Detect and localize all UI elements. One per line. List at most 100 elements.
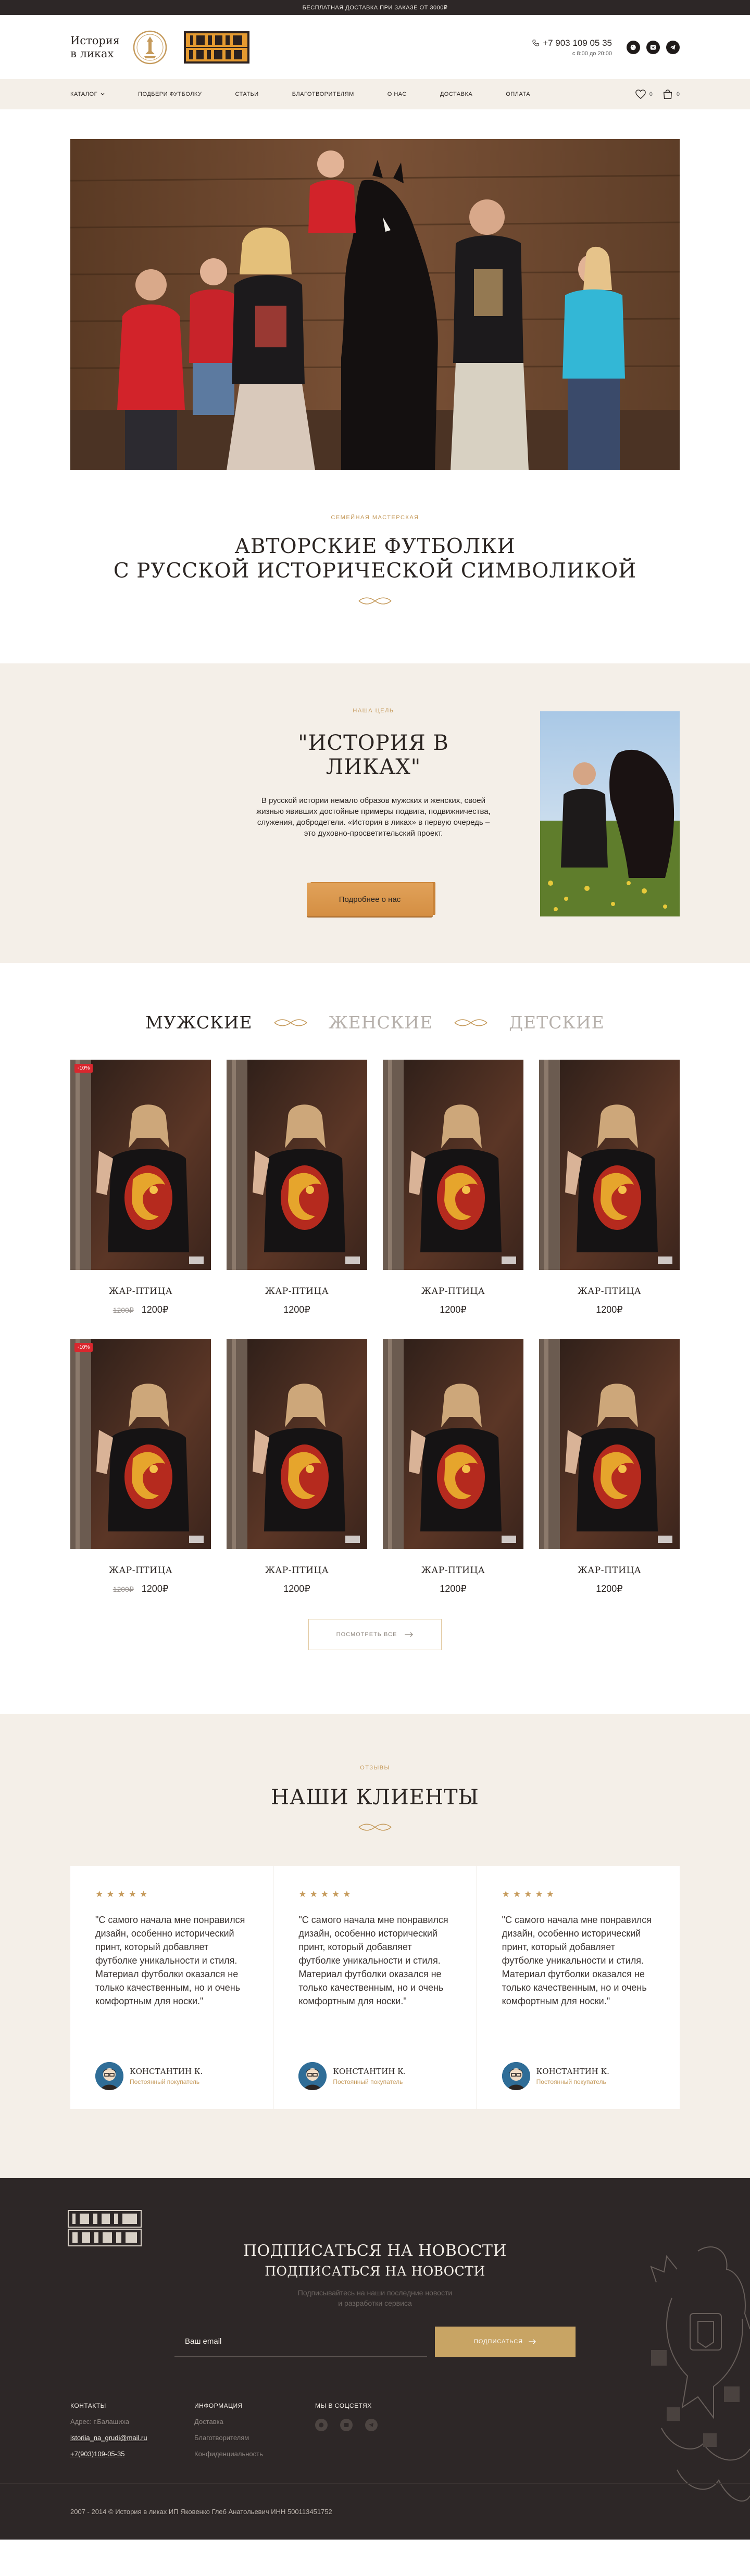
product-price: 1200₽ <box>141 1304 169 1315</box>
nav-choose-shirt[interactable]: Подбери футболку <box>138 91 202 97</box>
product-price: 1200₽ <box>283 1304 310 1315</box>
view-all-button[interactable]: Посмотреть все <box>308 1619 442 1650</box>
product-card[interactable]: Жар-птица 1200₽ <box>227 1339 367 1618</box>
product-price-row: 1200₽ <box>539 1584 680 1594</box>
product-price: 1200₽ <box>440 1584 467 1594</box>
nav-payment[interactable]: Оплата <box>506 91 530 97</box>
about-us-label: Подробнее о нас <box>339 895 401 904</box>
product-price: 1200₽ <box>440 1304 467 1315</box>
view-all-label: Посмотреть все <box>336 1631 397 1638</box>
subscribe-button[interactable]: Подписаться <box>435 2327 576 2357</box>
product-title[interactable]: Жар-птица <box>539 1565 680 1576</box>
product-image[interactable]: -10% <box>70 1339 211 1549</box>
promo-text: Бесплатная доставка при заказе от 3000₽ <box>302 5 448 11</box>
nav-articles[interactable]: Статьи <box>235 91 258 97</box>
telegram-icon[interactable] <box>666 40 680 54</box>
footer-contacts: Контакты Адрес: г.Балашиха istoriia_na_g… <box>70 2402 147 2458</box>
vk-icon[interactable] <box>340 2419 353 2431</box>
product-price: 1200₽ <box>596 1584 623 1594</box>
whatsapp-icon[interactable] <box>627 40 640 54</box>
mission-section: Наша цель "ИСТОРИЯ В ЛИКАХ" В русской ис… <box>0 663 750 963</box>
telegram-icon[interactable] <box>365 2419 378 2431</box>
nav-catalog-label: Каталог <box>70 91 98 97</box>
discount-badge: -10% <box>74 1343 93 1352</box>
tab-kids[interactable]: Детские <box>509 1012 605 1033</box>
product-title[interactable]: Жар-птица <box>383 1565 523 1576</box>
vk-icon[interactable] <box>646 40 660 54</box>
about-us-button[interactable]: Подробнее о нас <box>307 883 433 916</box>
header-phone[interactable]: +7 903 109 05 35 <box>532 38 612 48</box>
phone-icon <box>532 40 539 46</box>
bag-icon <box>663 90 672 99</box>
nav-delivery[interactable]: Доставка <box>440 91 472 97</box>
hero-section <box>0 109 750 470</box>
chevron-down-icon <box>101 93 105 95</box>
ornament-icon <box>358 597 392 605</box>
product-card[interactable]: Жар-птица 1200₽ <box>383 1339 523 1618</box>
product-title[interactable]: Жар-птица <box>383 1286 523 1297</box>
cart-count: 0 <box>676 91 680 97</box>
product-title[interactable]: Жар-птица <box>227 1286 367 1297</box>
info-link-privacy[interactable]: Конфиденциальность <box>194 2450 263 2458</box>
product-image[interactable] <box>539 1339 680 1549</box>
nav-about[interactable]: О нас <box>388 91 407 97</box>
info-link-charity[interactable]: Благотворителям <box>194 2434 263 2442</box>
ornament-icon <box>454 1019 488 1026</box>
product-price-row: 1200₽ <box>227 1584 367 1594</box>
product-card[interactable]: -10% Жар-птица 1200₽ 1200₽ <box>70 1060 211 1339</box>
logo-seal-icon[interactable] <box>132 29 168 66</box>
product-price-row: 1200₽ 1200₽ <box>70 1584 211 1594</box>
logo-text[interactable]: История в ликах <box>70 34 128 60</box>
tab-men[interactable]: Мужские <box>145 1012 252 1033</box>
phone-number: +7 903 109 05 35 <box>543 37 612 48</box>
product-image[interactable] <box>383 1060 523 1270</box>
product-card[interactable]: Жар-птица 1200₽ <box>539 1060 680 1339</box>
product-price: 1200₽ <box>141 1584 169 1594</box>
contact-email[interactable]: istoriia_na_grudi@mail.ru <box>70 2434 147 2442</box>
product-card[interactable]: Жар-птица 1200₽ <box>539 1339 680 1618</box>
old-price: 1200₽ <box>113 1585 134 1593</box>
site-header: История в ликах +7 903 109 05 35 с 8:00 <box>0 15 750 79</box>
author-role: Постоянный покупатель <box>536 2078 606 2085</box>
product-price: 1200₽ <box>596 1304 623 1315</box>
info-title: Информация <box>194 2402 243 2409</box>
review-author: Константин К. Постоянный покупатель <box>502 2062 609 2090</box>
wishlist-button[interactable]: 0 <box>635 89 653 99</box>
product-title[interactable]: Жар-птица <box>70 1565 211 1576</box>
info-link-delivery[interactable]: Доставка <box>194 2418 263 2426</box>
subscribe-description: Подписывайтесь на наши последние новости… <box>297 2289 453 2307</box>
mission-kicker: Наша цель <box>353 708 394 714</box>
product-card[interactable]: Жар-птица 1200₽ <box>383 1060 523 1339</box>
email-field[interactable]: Ваш email <box>174 2327 427 2357</box>
product-card[interactable]: Жар-птица 1200₽ <box>227 1060 367 1339</box>
product-title[interactable]: Жар-птица <box>539 1286 680 1297</box>
author-name: Константин К. <box>130 2067 203 2076</box>
nav-charity[interactable]: Благотворителям <box>292 91 354 97</box>
header-social <box>627 40 680 54</box>
site-footer: Подписаться на новости Подписаться на но… <box>0 2178 750 2540</box>
product-title[interactable]: Жар-птица <box>227 1565 367 1576</box>
copyright-text: 2007 - 2014 © История в ликах ИП Яковенк… <box>70 2508 332 2516</box>
ornament-icon <box>274 1019 307 1026</box>
product-image[interactable] <box>383 1339 523 1549</box>
product-card[interactable]: -10% Жар-птица 1200₽ 1200₽ <box>70 1339 211 1618</box>
arrow-right-icon <box>405 1632 414 1637</box>
product-image[interactable] <box>539 1060 680 1270</box>
old-price: 1200₽ <box>113 1306 134 1314</box>
reviews-title: Наши клиенты <box>271 1786 479 1810</box>
product-image[interactable] <box>227 1339 367 1549</box>
product-price-row: 1200₽ <box>383 1304 523 1315</box>
whatsapp-icon[interactable] <box>315 2419 328 2431</box>
subscribe-form: Ваш email Подписаться <box>174 2327 576 2357</box>
brand-logo[interactable] <box>183 30 251 65</box>
main-nav: Каталог Подбери футболку Статьи Благотво… <box>0 79 750 109</box>
review-text: "С самого начала мне понравился дизайн, … <box>95 1915 245 2006</box>
tab-women[interactable]: Женские <box>329 1012 433 1033</box>
contact-phone[interactable]: +7(903)109-05-35 <box>70 2450 147 2458</box>
cart-button[interactable]: 0 <box>662 89 680 100</box>
nav-catalog[interactable]: Каталог <box>70 91 105 97</box>
review-text: "С самого начала мне понравился дизайн, … <box>502 1915 652 2006</box>
product-image[interactable] <box>227 1060 367 1270</box>
product-image[interactable]: -10% <box>70 1060 211 1270</box>
product-title[interactable]: Жар-птица <box>70 1286 211 1297</box>
